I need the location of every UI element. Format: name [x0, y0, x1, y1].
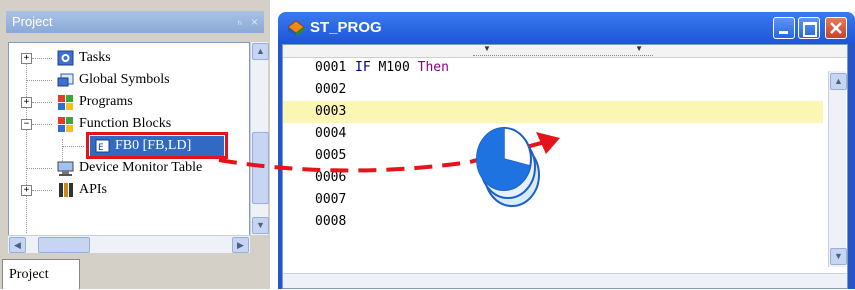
drag-cursor-icon: [476, 127, 540, 207]
drag-annotation: [218, 127, 560, 207]
